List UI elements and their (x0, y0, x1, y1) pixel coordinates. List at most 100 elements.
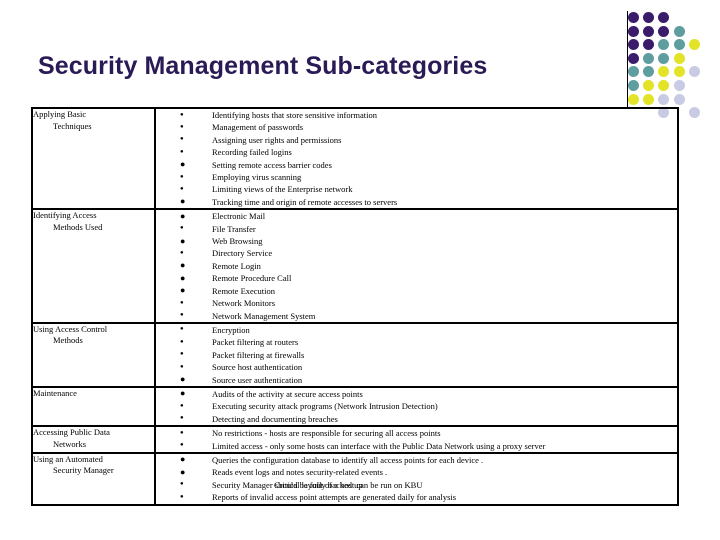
decor-dot (628, 66, 639, 78)
decor-dot (643, 25, 655, 37)
bullet-icon: ● (180, 454, 186, 465)
decor-dot (673, 80, 685, 91)
bullet-icon: ● (180, 388, 186, 399)
bullet-icon: ● (180, 442, 184, 449)
list-item-text: Remote Login (212, 260, 261, 271)
decor-dot (643, 80, 655, 91)
category-cell: Using Access Control Methods (32, 322, 156, 387)
decor-dot (673, 52, 685, 64)
list-item: ● Source user authentication (156, 374, 677, 386)
bullet-icon: ● (180, 111, 184, 118)
items-cell: ● No restrictions - hosts are responsible… (155, 426, 678, 453)
list-item: ● Identifying hosts that store sensitive … (156, 109, 677, 121)
list-item-text: File Transfer (212, 223, 256, 234)
list-item-text: Network Monitors (212, 298, 276, 309)
list-item-text: Source user authentication (212, 374, 303, 385)
decor-dot (688, 107, 700, 119)
items-cell: ● Identifying hosts that store sensitive … (155, 108, 678, 209)
bullet-icon: ● (180, 402, 184, 409)
list-item: ● Source host authentication (156, 361, 677, 373)
table-row: Accessing Public Data Networks ● No restric… (32, 426, 678, 453)
bullet-icon: ● (180, 136, 184, 143)
list-item-text: Queries the configuration database to id… (212, 454, 484, 465)
list-item: ● Packet filtering at routers (156, 336, 677, 348)
category-cell: Accessing Public Data Networks (32, 426, 156, 453)
list-item-text: Reads event logs and notes security-rela… (212, 467, 388, 478)
list-item: ● Electronic Mail (156, 210, 677, 222)
list-item: ● Encryption (156, 324, 677, 336)
bullet-icon: ● (180, 185, 184, 192)
list-item-text: Packet filtering at routers (212, 337, 299, 348)
bullet-icon: ● (180, 429, 184, 436)
list-item: ● Reports of invalid access point attempt… (156, 491, 677, 503)
category-label-line1: Using an Automated (33, 453, 103, 464)
bullet-icon: ● (180, 235, 186, 246)
list-item-text: Limited access - only some hosts can int… (212, 440, 546, 451)
list-item: ● Remote Login (156, 260, 677, 272)
list-item-text: Directory Service (212, 248, 273, 259)
list-item-text: Setting remote access barrier codes (212, 159, 332, 170)
table-row: Using Access Control Methods ● Encryption ● P… (32, 322, 678, 387)
list-item-text: Audits of the activity at secure access … (212, 388, 363, 399)
dot-matrix-decoration (628, 12, 720, 119)
decor-dot (643, 93, 655, 105)
list-item: ● Remote Procedure Call (156, 272, 677, 284)
list-item-text: Remote Procedure Call (212, 273, 292, 284)
category-label-line2: Networks (53, 438, 87, 449)
decor-dot (658, 93, 670, 105)
bullet-icon: ● (180, 363, 184, 370)
bullet-icon: ● (180, 374, 186, 385)
table-row: Applying Basic Techniques ● Identifying hos… (32, 108, 678, 210)
list-item: ● Queries the configuration database to i… (156, 454, 677, 466)
category-cell: Applying Basic Techniques (32, 108, 156, 210)
bullet-list: ● No restrictions - hosts are responsible… (156, 427, 677, 452)
decor-dot (658, 52, 670, 64)
list-item: ● Network Management System (156, 310, 677, 322)
table-row: Maintenance ● Audits of the activity at se… (32, 386, 678, 427)
decor-dot (628, 12, 639, 23)
list-item: ● Web Browsing (156, 235, 677, 247)
decor-dot (643, 12, 655, 23)
list-item-text: Source host authentication (212, 362, 303, 373)
list-item-text: Tracking time and origin of remote acces… (212, 196, 398, 207)
list-item-text: Management of passwords (212, 122, 304, 133)
table-body: Applying Basic Techniques ● Identifying hos… (32, 108, 678, 505)
decor-dot (688, 66, 700, 78)
items-cell: ● Queries the configuration database to i… (155, 453, 678, 505)
bullet-icon: ● (180, 260, 186, 271)
bullet-icon: ● (180, 338, 184, 345)
list-item: ● Executing security attack programs (Net… (156, 400, 677, 412)
decor-dot (673, 25, 685, 37)
bullet-icon: ● (180, 225, 184, 232)
bullet-icon: ● (180, 196, 186, 207)
page-title: Security Management Sub-categories (38, 52, 488, 80)
bullet-icon: ● (180, 148, 184, 155)
decor-dot (643, 52, 655, 64)
list-item: ● Audits of the activity at secure access… (156, 388, 677, 400)
items-cell: ● Encryption ● Packet filtering at routers ●… (155, 323, 678, 387)
list-item-text: Limiting views of the Enterprise network (212, 184, 353, 195)
list-item: ● Packet filtering at firewalls (156, 349, 677, 361)
list-item: ● No restrictions - hosts are responsible… (156, 427, 677, 439)
list-item-text: Identifying hosts that store sensitive i… (212, 110, 378, 120)
bullet-icon: ● (180, 272, 186, 283)
decor-dot (673, 93, 685, 105)
overlapped-text-wrapper: Security Manager should be fully backed … (212, 479, 422, 491)
list-item-text: Electronic Mail (212, 211, 266, 222)
list-item: ● Assigning user rights and permissions (156, 134, 677, 146)
list-item-text: Detecting and documenting breaches (212, 413, 338, 424)
list-item-text: Web Browsing (212, 236, 263, 247)
bullet-icon: ● (180, 159, 186, 170)
list-item: ● Setting remote access barrier codes (156, 159, 677, 171)
decor-dot (688, 39, 700, 51)
bullet-icon: ● (180, 312, 184, 318)
category-label-line2: Methods (53, 335, 83, 346)
list-item: ● Reads event logs and notes security-rel… (156, 466, 677, 478)
list-item: ● Remote Execution (156, 285, 677, 297)
bullet-icon: ● (180, 173, 184, 180)
decor-dot (643, 39, 655, 51)
category-label-line1: Applying Basic (33, 109, 87, 119)
decor-dot (673, 66, 685, 78)
bullet-icon: ● (180, 326, 184, 333)
list-item: ● File Transfer (156, 223, 677, 235)
